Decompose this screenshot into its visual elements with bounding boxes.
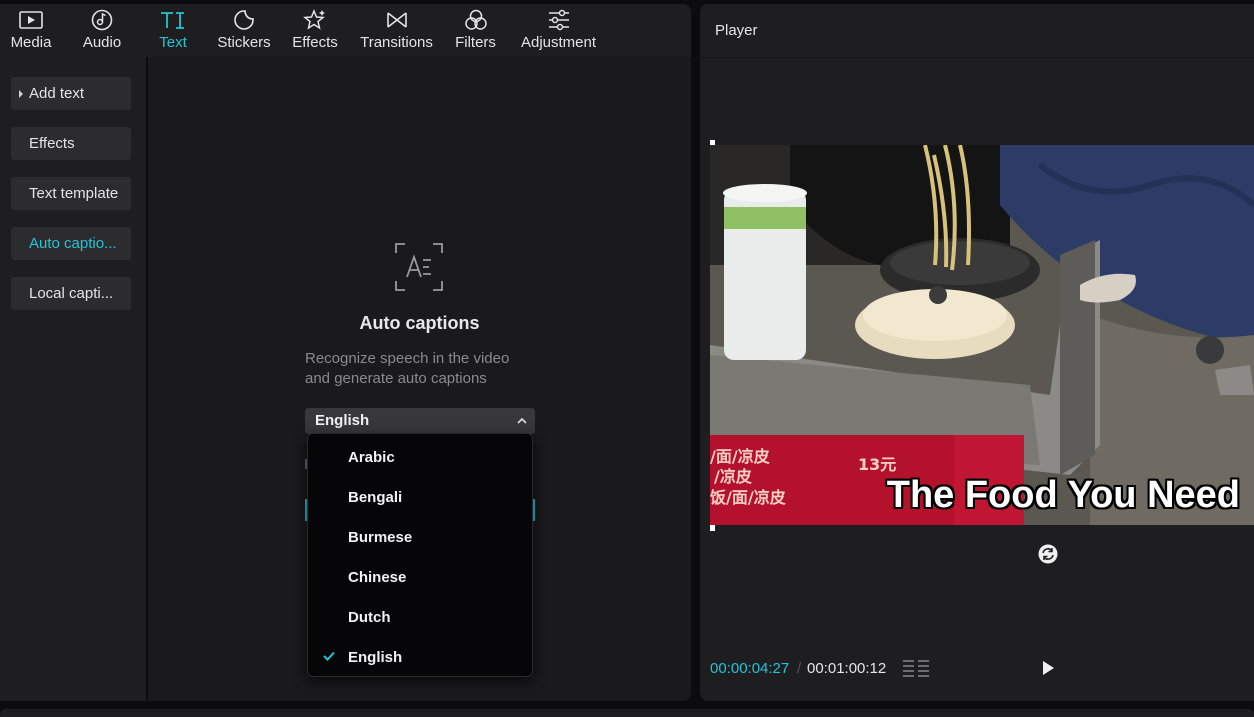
option-label: Arabic (348, 449, 395, 466)
sign-text: 饭/面/凉皮 (710, 488, 786, 507)
sidebar-item-local-captions[interactable]: Local capti... (11, 277, 131, 310)
language-select-value: English (315, 412, 370, 429)
option-label: Burmese (348, 529, 413, 546)
description-line: and generate auto captions (305, 370, 487, 387)
audio-icon (91, 9, 113, 31)
filters-icon (464, 9, 488, 31)
language-select[interactable]: English (305, 408, 535, 434)
sidebar-item-label: Local capti... (29, 285, 114, 302)
tab-stickers[interactable]: Stickers (216, 4, 272, 57)
chevron-up-icon (517, 417, 527, 424)
timecode-separator: / (797, 660, 802, 677)
tab-label: Audio (82, 34, 122, 51)
tab-label: Media (10, 34, 52, 51)
video-preview[interactable]: /面/凉皮 /凉皮 13元 饭/面/凉皮 The Food You Need (710, 145, 1254, 525)
tab-text[interactable]: Text (155, 4, 191, 57)
sidebar-item-label: Text template (29, 185, 119, 202)
tab-label: Adjustment (520, 34, 597, 51)
stickers-icon (233, 9, 255, 31)
tab-label: Filters (455, 34, 496, 51)
sidebar-item-add-text[interactable]: Add text (11, 77, 131, 110)
play-icon[interactable] (1041, 660, 1055, 676)
sidebar-item-effects[interactable]: Effects (11, 127, 131, 160)
sidebar-item-label: Effects (29, 135, 75, 152)
auto-captions-icon (395, 243, 443, 291)
caret-right-icon (19, 90, 23, 98)
player-panel: Player /面/凉皮 /凉皮 13元 饭/面/凉皮 The Food You… (700, 4, 1254, 701)
option-label: Dutch (348, 609, 391, 626)
tab-adjustment[interactable]: Adjustment (517, 4, 600, 57)
text-icon (159, 9, 187, 31)
sidebar-item-text-template[interactable]: Text template (11, 177, 131, 210)
tab-filters[interactable]: Filters (454, 4, 497, 57)
transitions-icon (386, 9, 408, 31)
tab-effects[interactable]: Effects (291, 4, 339, 57)
player-title: Player (715, 22, 758, 39)
option-label: English (348, 649, 403, 666)
sidebar-item-auto-captions[interactable]: Auto captio... (11, 227, 131, 260)
description-line: Recognize speech in the video (305, 350, 510, 367)
tab-label: Stickers (217, 34, 271, 51)
text-sidebar: Add text Effects Text template Auto capt… (0, 57, 148, 701)
option-label: Bengali (348, 489, 403, 506)
rotate-icon[interactable] (1038, 544, 1058, 564)
total-timecode: 00:01:00:12 (807, 660, 887, 677)
video-frame-image (710, 145, 1254, 525)
media-icon (19, 9, 43, 31)
language-dropdown: Arabic Bengali Burmese Chinese Dutch Eng… (307, 433, 533, 677)
effects-icon (303, 9, 327, 31)
tab-label: Text (159, 34, 187, 51)
language-option-burmese[interactable]: Burmese (308, 518, 532, 558)
language-option-english[interactable]: English (308, 638, 532, 678)
adjustment-icon (547, 9, 571, 31)
timeline-grid-icon[interactable] (902, 659, 930, 677)
auto-captions-description: Recognize speech in the video and genera… (305, 349, 545, 389)
option-label: Chinese (348, 569, 407, 586)
timeline-panel-edge (0, 709, 1254, 717)
tab-label: Effects (292, 34, 338, 51)
toolbar: Media Audio Text Stickers Effects Transi… (0, 4, 691, 57)
tab-transitions[interactable]: Transitions (358, 4, 435, 57)
tab-audio[interactable]: Audio (79, 4, 125, 57)
checkmark-icon (323, 651, 335, 661)
current-timecode: 00:00:04:27 (710, 660, 790, 677)
tab-media[interactable]: Media (8, 4, 54, 57)
language-option-bengali[interactable]: Bengali (308, 478, 532, 518)
language-option-dutch[interactable]: Dutch (308, 598, 532, 638)
player-header: Player (700, 4, 1254, 58)
video-caption-text[interactable]: The Food You Need (887, 474, 1240, 517)
sidebar-item-label: Add text (29, 85, 85, 102)
tab-label: Transitions (360, 34, 433, 51)
auto-captions-title: Auto captions (359, 313, 480, 333)
language-option-arabic[interactable]: Arabic (308, 438, 532, 478)
sign-text: 13元 (858, 455, 897, 474)
sidebar-item-label: Auto captio... (29, 235, 117, 252)
language-option-chinese[interactable]: Chinese (308, 558, 532, 598)
hidden-button-edge (533, 499, 535, 521)
